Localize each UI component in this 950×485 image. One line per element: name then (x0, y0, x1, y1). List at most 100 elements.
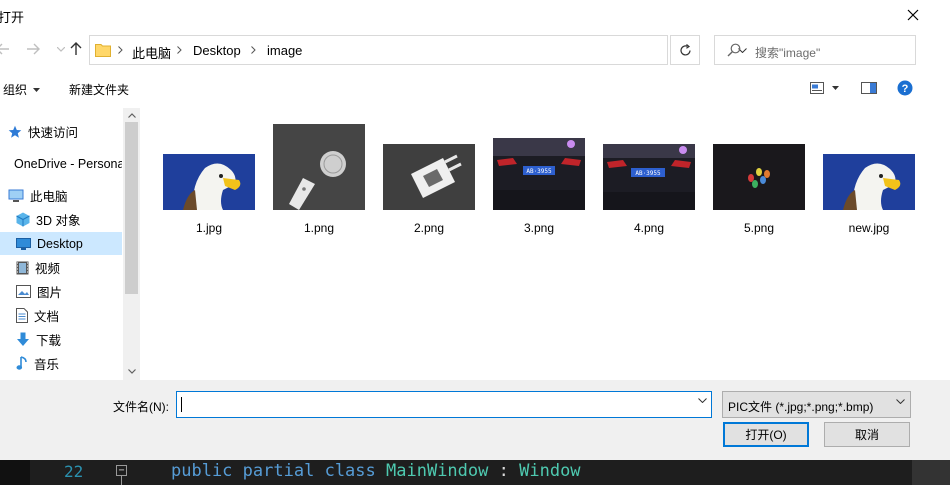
refresh-icon (679, 43, 691, 56)
chevron-down-icon[interactable] (698, 398, 707, 403)
sidebar-item-3d-objects[interactable]: 3D 对象 (0, 208, 122, 231)
file-name: 3.png (523, 221, 555, 235)
file-name: 5.png (743, 221, 775, 235)
forward-button[interactable] (24, 40, 42, 58)
file-item[interactable]: 1.jpg (159, 118, 259, 238)
navigation-pane: 快速访问 OneDrive - Personal 此电脑 3D 对象 Deskt… (0, 108, 140, 380)
scroll-thumb[interactable] (125, 122, 138, 294)
caret-down-icon (33, 87, 41, 92)
eagle-thumbnail (823, 154, 915, 210)
code-line: public partial class MainWindow : Window (171, 461, 581, 481)
file-item[interactable]: 1.png (269, 118, 369, 238)
sidebar-item-label: 快速访问 (28, 126, 79, 140)
computer-icon (8, 189, 24, 202)
sidebar-scrollbar[interactable] (123, 108, 140, 380)
car-thumbnail: AB·3955 (493, 138, 585, 210)
line-number: 22 (64, 462, 84, 481)
arrow-left-icon (0, 43, 9, 55)
document-icon (16, 308, 28, 323)
organize-label: 组织 (3, 83, 28, 97)
open-file-dialog: 打开 此电脑 Desktop image 搜索"image" 组织 新建文件夹 … (0, 0, 950, 460)
sidebar-item-quick-access[interactable]: 快速访问 (0, 120, 122, 143)
chevron-up-icon (127, 112, 136, 118)
file-type-value: PIC文件 (*.jpg;*.png;*.bmp) (728, 400, 874, 414)
preview-pane-button[interactable] (858, 78, 880, 98)
file-item[interactable]: AB·3955 3.png (489, 118, 589, 238)
download-icon (17, 332, 29, 346)
sidebar-item-label: 音乐 (34, 358, 60, 372)
sidebar-item-documents[interactable]: 文档 (0, 304, 122, 327)
address-bar[interactable]: 此电脑 Desktop image (89, 35, 747, 65)
music-icon (16, 356, 27, 370)
sidebar-item-downloads[interactable]: 下载 (0, 328, 122, 351)
new-folder-button[interactable]: 新建文件夹 (69, 81, 129, 98)
svg-text:AB·3955: AB·3955 (526, 168, 552, 175)
scroll-up-button[interactable] (123, 108, 140, 122)
sidebar-item-this-pc[interactable]: 此电脑 (0, 184, 122, 207)
car-thumbnail: AB·3955 (603, 144, 695, 210)
help-button[interactable]: ? (895, 78, 915, 98)
sidebar-item-label: Desktop (37, 236, 83, 251)
view-options-button[interactable] (806, 78, 842, 98)
sidebar-item-onedrive[interactable]: OneDrive - Personal (0, 152, 122, 175)
file-item[interactable]: AB·3955 4.png (599, 118, 699, 238)
dialog-title: 打开 (0, 10, 25, 25)
sidebar-item-pictures[interactable]: 图片 (0, 280, 122, 303)
breadcrumb-separator-icon (174, 43, 184, 57)
search-box[interactable]: 搜索"image" (714, 35, 916, 65)
editor-gutter (0, 460, 30, 485)
eagle-thumbnail (163, 154, 255, 210)
sidebar-item-desktop[interactable]: Desktop (0, 232, 122, 255)
cube-icon (16, 212, 30, 227)
command-toolbar: 组织 新建文件夹 ? (0, 72, 950, 104)
preview-pane-icon (861, 82, 877, 94)
file-item[interactable]: 2.png (379, 118, 479, 238)
file-item[interactable]: 5.png (709, 118, 809, 238)
fold-guide (121, 476, 122, 485)
sidebar-item-music[interactable]: 音乐 (0, 352, 122, 375)
svg-text:?: ? (902, 83, 909, 95)
open-button[interactable]: 打开(O) (723, 422, 809, 447)
chevron-down-icon (57, 46, 65, 52)
sidebar-item-label: 3D 对象 (36, 214, 81, 228)
arrow-up-icon (70, 42, 82, 55)
coin-thumbnail (273, 124, 365, 210)
editor-side-panel (912, 460, 950, 485)
code-token-class: Window (519, 461, 581, 481)
close-button[interactable] (900, 3, 926, 27)
code-editor-background: 22 − public partial class MainWindow : W… (0, 460, 950, 485)
sidebar-item-label: 图片 (37, 286, 63, 300)
dialog-footer: 文件名(N): PIC文件 (*.jpg;*.png;*.bmp) 打开(O) … (0, 380, 950, 460)
breadcrumb-image[interactable]: image (267, 43, 302, 58)
code-token-keyword: class (324, 461, 376, 481)
code-token-punctuation: : (498, 461, 509, 481)
caret-down-icon (831, 86, 839, 90)
beans-thumbnail (713, 144, 805, 210)
sidebar-item-videos[interactable]: 视频 (0, 256, 122, 279)
text-caret (181, 397, 182, 412)
back-button[interactable] (0, 40, 12, 58)
arrow-right-icon (27, 43, 40, 55)
refresh-button[interactable] (670, 35, 700, 65)
help-icon: ? (897, 80, 913, 96)
file-item[interactable]: new.jpg (819, 118, 919, 238)
sidebar-item-label: 下载 (36, 334, 62, 348)
chevron-down-icon (896, 399, 905, 404)
breadcrumb-separator-icon (115, 43, 125, 57)
scroll-down-button[interactable] (123, 364, 140, 378)
code-token-keyword: partial (242, 461, 315, 481)
up-button[interactable] (67, 40, 85, 58)
close-icon (907, 9, 919, 21)
collapse-icon[interactable]: − (116, 465, 127, 476)
code-token-class: MainWindow (386, 461, 489, 481)
file-name: 1.jpg (195, 221, 223, 235)
sidebar-item-label: 文档 (34, 310, 60, 324)
cancel-button[interactable]: 取消 (824, 422, 910, 447)
file-type-select[interactable]: PIC文件 (*.jpg;*.png;*.bmp) (722, 391, 911, 418)
organize-menu[interactable]: 组织 (3, 81, 41, 98)
new-folder-label: 新建文件夹 (69, 83, 130, 97)
file-name: 1.png (303, 221, 335, 235)
breadcrumb-this-pc[interactable]: 此电脑 (132, 43, 171, 62)
filename-input[interactable] (176, 391, 712, 418)
breadcrumb-desktop[interactable]: Desktop (193, 43, 241, 58)
